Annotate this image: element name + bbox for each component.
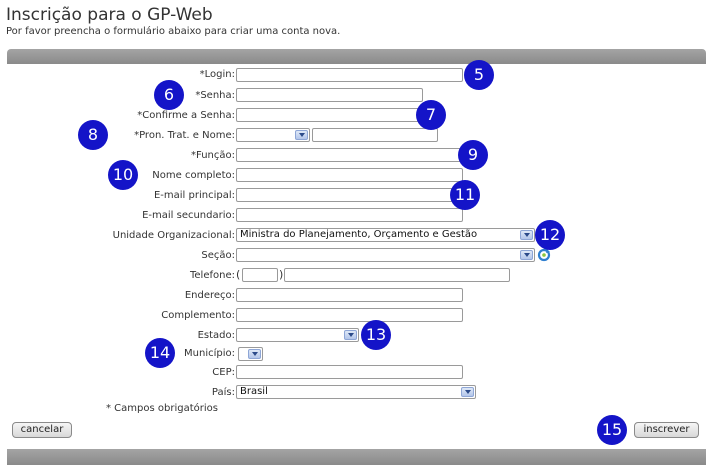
confirme-senha-input[interactable]	[236, 108, 423, 122]
cep-input[interactable]	[236, 365, 463, 379]
senha-input[interactable]	[236, 88, 423, 102]
annotation-badge: 7	[416, 100, 446, 130]
endereco-label: Endereço:	[184, 290, 235, 301]
telefone-label: Telefone:	[190, 270, 235, 281]
funcao-input[interactable]	[236, 148, 463, 162]
form-frame-top	[7, 49, 706, 64]
senha-label: *Senha:	[195, 90, 235, 101]
complemento-label: Complemento:	[161, 310, 235, 321]
annotation-badge: 12	[535, 220, 565, 250]
annotation-badge: 10	[108, 160, 138, 190]
telefone-numero-input[interactable]	[284, 268, 510, 282]
chevron-down-icon	[461, 387, 474, 397]
chevron-down-icon	[248, 349, 261, 359]
funcao-label: *Função:	[191, 150, 235, 161]
telefone-ddd-input[interactable]	[242, 268, 278, 282]
municipio-select[interactable]	[238, 347, 263, 361]
complemento-input[interactable]	[236, 308, 463, 322]
chevron-down-icon	[520, 250, 533, 260]
page-title: Inscrição para o GP-Web	[6, 5, 213, 25]
cep-label: CEP:	[212, 367, 235, 378]
annotation-badge: 13	[361, 320, 391, 350]
form-frame-bottom	[7, 449, 706, 465]
login-input[interactable]	[236, 68, 463, 82]
required-fields-note: * Campos obrigatórios	[106, 403, 218, 414]
pron-trat-nome-label: *Pron. Trat. e Nome:	[134, 130, 235, 141]
refresh-icon[interactable]	[537, 248, 551, 262]
annotation-badge: 14	[145, 338, 175, 368]
endereco-input[interactable]	[236, 288, 463, 302]
chevron-down-icon	[344, 330, 357, 340]
nome-input[interactable]	[312, 128, 438, 142]
secao-select[interactable]	[236, 248, 535, 262]
municipio-label: Município:	[184, 348, 235, 359]
secao-label: Seção:	[201, 250, 235, 261]
nome-completo-label: Nome completo:	[152, 170, 235, 181]
login-label: *Login:	[199, 69, 235, 80]
unidade-organizacional-label: Unidade Organizacional:	[112, 230, 235, 241]
estado-label: Estado:	[197, 330, 235, 341]
annotation-badge: 5	[464, 60, 494, 90]
annotation-badge: 8	[78, 120, 108, 150]
annotation-badge: 15	[597, 415, 627, 445]
nome-completo-input[interactable]	[236, 168, 463, 182]
submit-button[interactable]: inscrever	[634, 422, 699, 438]
telefone-paren-close: )	[279, 268, 284, 281]
unidade-organizacional-value: Ministra do Planejamento, Orçamento e Ge…	[240, 229, 478, 240]
pais-select[interactable]: Brasil	[236, 385, 476, 399]
chevron-down-icon	[520, 230, 533, 240]
annotation-badge: 6	[154, 80, 184, 110]
email-secundario-label: E-mail secundario:	[142, 210, 235, 221]
telefone-paren-open: (	[236, 268, 241, 281]
pais-value: Brasil	[240, 386, 268, 397]
page-subtitle: Por favor preencha o formulário abaixo p…	[6, 26, 341, 37]
cancel-button[interactable]: cancelar	[12, 422, 72, 438]
pronome-tratamento-select[interactable]	[236, 128, 310, 142]
confirme-senha-label: *Confirme a Senha:	[137, 110, 235, 121]
annotation-badge: 11	[450, 180, 480, 210]
chevron-down-icon	[295, 130, 308, 140]
annotation-badge: 9	[458, 140, 488, 170]
estado-select[interactable]	[236, 328, 359, 342]
email-secundario-input[interactable]	[236, 208, 463, 222]
email-principal-label: E-mail principal:	[153, 190, 235, 201]
pais-label: País:	[211, 387, 235, 398]
unidade-organizacional-select[interactable]: Ministra do Planejamento, Orçamento e Ge…	[236, 228, 535, 242]
email-principal-input[interactable]	[236, 188, 463, 202]
